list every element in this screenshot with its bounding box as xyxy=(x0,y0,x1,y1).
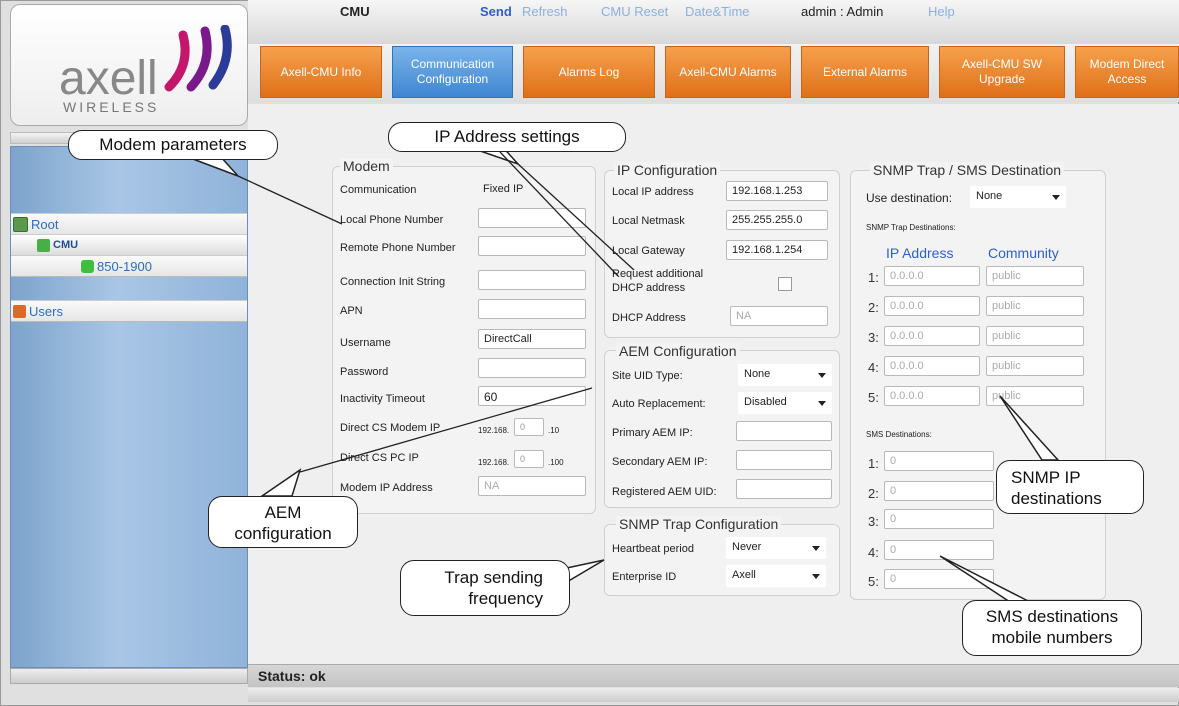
callout-tail xyxy=(939,555,1031,603)
callout-trap-frequency: Trap sending frequency xyxy=(400,560,570,616)
callout-ip-settings: IP Address settings xyxy=(388,122,626,152)
callout-line xyxy=(237,175,343,225)
callout-tail xyxy=(259,468,302,497)
callout-line xyxy=(499,151,619,277)
callout-aem-configuration: AEM configuration xyxy=(208,496,358,548)
callout-tail xyxy=(999,395,1060,461)
callout-modem-parameters: Modem parameters xyxy=(68,130,278,160)
callout-sms-destinations: SMS destinations mobile numbers xyxy=(962,600,1142,656)
callout-line xyxy=(517,163,635,271)
callout-snmp-ip-destinations: SNMP IP destinations xyxy=(996,460,1144,514)
callout-line xyxy=(299,387,593,473)
